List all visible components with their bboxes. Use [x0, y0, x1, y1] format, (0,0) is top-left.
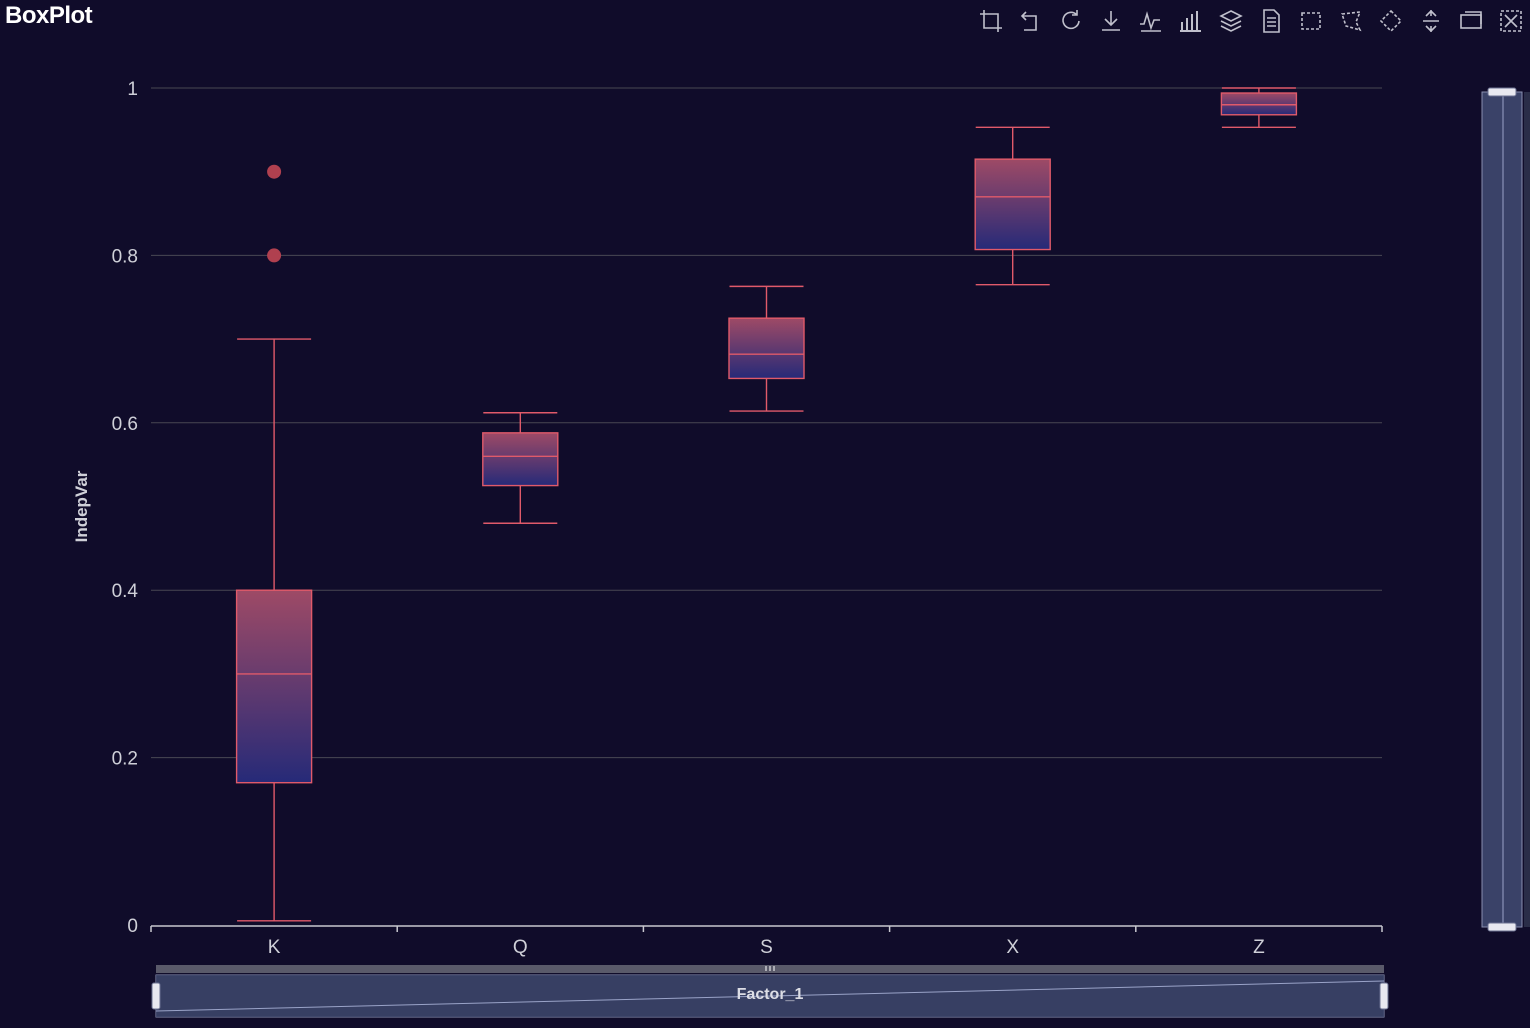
box-Z [1220, 87, 1298, 129]
y-zoom-track [1481, 91, 1523, 928]
y-tick-label: 0.2 [112, 749, 138, 770]
y-zoom-handle-bottom [1487, 922, 1517, 932]
y-tick-label: 0.8 [112, 246, 138, 267]
x-tick-label: K [268, 937, 281, 958]
y-tick-label: 1 [127, 79, 138, 100]
y-zoom-handle-top [1487, 87, 1517, 97]
x-zoom-handle-right [1379, 982, 1389, 1010]
box-body [974, 158, 1051, 251]
boxplot-chart: 0 0.2 0.4 0.6 0.8 1 IndepVar K Q S X Z Factor_1 [72, 79, 1530, 1018]
box-body [1220, 92, 1298, 116]
box-body [235, 589, 313, 784]
box-S [728, 285, 805, 412]
x-zoom-handle-left [151, 982, 161, 1010]
outlier-point [267, 248, 282, 263]
box-body [728, 317, 805, 380]
y-axis-title: IndepVar [72, 470, 91, 542]
x-zoom-label: Factor_1 [737, 986, 804, 1003]
y-zoom-move-handle [1524, 92, 1530, 927]
y-tick-label: 0.4 [112, 581, 139, 602]
y-tick-label: 0.6 [112, 414, 138, 435]
box-body [482, 432, 559, 487]
box-K [235, 338, 313, 922]
x-tick-label: Q [513, 937, 528, 958]
x-tick-label: Z [1253, 937, 1265, 958]
box-X [974, 126, 1051, 286]
x-tick-label: X [1006, 937, 1019, 958]
y-tick-label: 0 [127, 916, 138, 937]
x-tick-label: S [760, 937, 773, 958]
box-Q [482, 412, 559, 524]
outlier-point [267, 164, 282, 179]
